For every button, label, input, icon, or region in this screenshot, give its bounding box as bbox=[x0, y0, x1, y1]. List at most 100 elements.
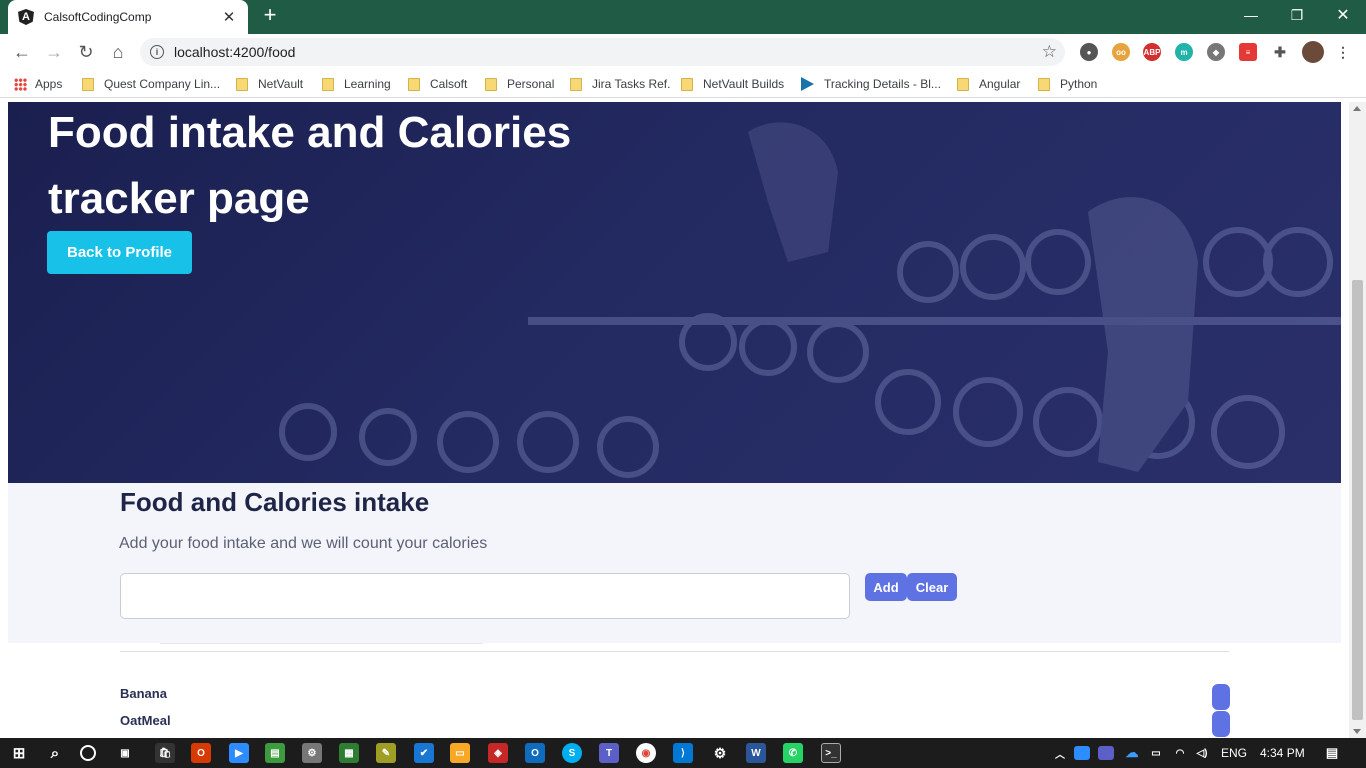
bookmark-apps[interactable]: Apps bbox=[14, 76, 62, 92]
extension-icon[interactable]: ● bbox=[1080, 43, 1098, 61]
task-view-icon[interactable]: ▣ bbox=[115, 743, 135, 763]
bookmark-star-icon[interactable]: ☆ bbox=[1042, 42, 1057, 62]
back-arrow-icon[interactable]: ← bbox=[10, 40, 34, 64]
app-icon[interactable]: ▦ bbox=[339, 743, 359, 763]
folder-icon bbox=[570, 77, 582, 91]
folder-icon bbox=[957, 77, 969, 91]
onedrive-icon[interactable]: ☁ bbox=[1122, 743, 1142, 763]
folder-icon bbox=[408, 77, 420, 91]
whatsapp-icon[interactable]: ✆ bbox=[783, 743, 803, 763]
page-scrollbar[interactable] bbox=[1349, 102, 1366, 738]
bookmark-item[interactable]: Calsoft bbox=[408, 76, 467, 92]
extension-icon[interactable]: oo bbox=[1112, 43, 1130, 61]
scroll-thumb[interactable] bbox=[1352, 280, 1363, 720]
forward-arrow-icon[interactable]: → bbox=[42, 40, 66, 64]
apps-grid-icon bbox=[14, 77, 27, 91]
divider bbox=[160, 643, 483, 644]
terminal-icon[interactable]: >_ bbox=[821, 743, 841, 763]
puzzle-icon[interactable]: ✚ bbox=[1271, 43, 1289, 61]
bookmark-item[interactable]: Python bbox=[1038, 76, 1097, 92]
folder-icon bbox=[322, 77, 334, 91]
restore-icon[interactable]: ❐ bbox=[1274, 0, 1320, 30]
url-text[interactable]: localhost:4200/food bbox=[174, 44, 295, 60]
address-bar[interactable]: i localhost:4200/food ☆ bbox=[140, 38, 1065, 66]
notification-icon[interactable]: ▤ bbox=[1322, 743, 1342, 763]
bookmark-item[interactable]: Quest Company Lin... bbox=[82, 76, 220, 92]
clear-button[interactable]: Clear bbox=[907, 573, 957, 601]
office-icon[interactable]: O bbox=[191, 743, 211, 763]
app-icon[interactable]: ▤ bbox=[265, 743, 285, 763]
home-icon[interactable]: ⌂ bbox=[106, 40, 130, 64]
tab-title: CalsoftCodingComp bbox=[44, 10, 152, 24]
list-item: OatMeal bbox=[120, 713, 171, 728]
wifi-icon[interactable]: ◠ bbox=[1170, 743, 1190, 763]
extension-icon[interactable]: m bbox=[1175, 43, 1193, 61]
notepad-icon[interactable]: ✎ bbox=[376, 743, 396, 763]
zoom-icon[interactable]: ▶ bbox=[229, 743, 249, 763]
add-button[interactable]: Add bbox=[865, 573, 907, 601]
back-to-profile-button[interactable]: Back to Profile bbox=[47, 231, 192, 274]
search-icon[interactable]: ⌕ bbox=[45, 743, 65, 763]
info-icon[interactable]: i bbox=[150, 45, 164, 59]
store-icon[interactable]: 🛍 bbox=[155, 743, 175, 763]
zoom-tray-icon[interactable] bbox=[1074, 746, 1090, 760]
app-icon[interactable]: ⚙ bbox=[302, 743, 322, 763]
todo-icon[interactable]: ✔ bbox=[414, 743, 434, 763]
settings-icon[interactable]: ⚙ bbox=[710, 743, 730, 763]
food-section: Food and Calories intake Add your food i… bbox=[8, 483, 1341, 643]
bookmark-item[interactable]: Angular bbox=[957, 76, 1020, 92]
folder-icon bbox=[1038, 77, 1050, 91]
menu-kebab-icon[interactable]: ⋮ bbox=[1334, 43, 1352, 61]
windows-taskbar: ⊞ ⌕ ▣ 🛍 O ▶ ▤ ⚙ ▦ ✎ ✔ ▭ ◈ O S T ◉ ⟩ ⚙ W … bbox=[0, 738, 1366, 768]
hero-banner: Food intake and Calories tracker page Ba… bbox=[8, 102, 1341, 483]
cortana-icon[interactable] bbox=[80, 745, 96, 761]
extension-icon[interactable]: ≡ bbox=[1239, 43, 1257, 61]
new-tab-button[interactable]: + bbox=[258, 4, 282, 28]
bookmark-item[interactable]: Jira Tasks Ref. bbox=[570, 76, 670, 92]
bookmark-item[interactable]: NetVault bbox=[236, 76, 303, 92]
angular-icon: A bbox=[18, 9, 34, 25]
vscode-icon[interactable]: ⟩ bbox=[673, 743, 693, 763]
bookmark-item[interactable]: Tracking Details - Bl... bbox=[801, 76, 941, 92]
folder-icon bbox=[82, 77, 94, 91]
skype-icon[interactable]: S bbox=[562, 743, 582, 763]
close-tab-icon[interactable]: ✕ bbox=[220, 8, 238, 26]
teams-tray-icon[interactable] bbox=[1098, 746, 1114, 760]
scroll-up-icon[interactable] bbox=[1353, 106, 1361, 111]
tray-chevron-icon[interactable]: ︿ bbox=[1050, 743, 1070, 763]
battery-icon[interactable]: ▭ bbox=[1146, 743, 1166, 763]
outlook-icon[interactable]: O bbox=[525, 743, 545, 763]
windows-start-icon[interactable]: ⊞ bbox=[9, 743, 29, 763]
folder-icon bbox=[485, 77, 497, 91]
file-explorer-icon[interactable]: ▭ bbox=[450, 743, 470, 763]
browser-titlebar: A CalsoftCodingComp ✕ + — ❐ ✕ bbox=[0, 0, 1366, 34]
clock[interactable]: 4:34 PM bbox=[1260, 746, 1305, 760]
teams-icon[interactable]: T bbox=[599, 743, 619, 763]
bookmarks-bar: Apps Quest Company Lin... NetVault Learn… bbox=[0, 70, 1366, 98]
bookmark-item[interactable]: Personal bbox=[485, 76, 554, 92]
item-action-button[interactable] bbox=[1212, 711, 1230, 737]
reload-icon[interactable]: ↻ bbox=[74, 40, 98, 64]
hero-title: Food intake and Calories tracker page bbox=[48, 108, 572, 223]
item-action-button[interactable] bbox=[1212, 684, 1230, 710]
bookmark-item[interactable]: Learning bbox=[322, 76, 391, 92]
bookmark-item[interactable]: NetVault Builds bbox=[681, 76, 784, 92]
section-subtitle: Add your food intake and we will count y… bbox=[119, 535, 488, 552]
chrome-icon[interactable]: ◉ bbox=[636, 743, 656, 763]
minimize-icon[interactable]: — bbox=[1228, 0, 1274, 30]
app-icon[interactable]: ◈ bbox=[488, 743, 508, 763]
divider bbox=[120, 651, 1229, 652]
avatar[interactable] bbox=[1302, 41, 1324, 63]
adblock-icon[interactable]: ABP bbox=[1143, 43, 1161, 61]
folder-icon bbox=[236, 77, 248, 91]
scroll-down-icon[interactable] bbox=[1353, 729, 1361, 734]
browser-tab[interactable]: A CalsoftCodingComp ✕ bbox=[8, 0, 248, 34]
list-item: Banana bbox=[120, 686, 167, 701]
volume-icon[interactable]: ◁) bbox=[1192, 743, 1212, 763]
word-icon[interactable]: W bbox=[746, 743, 766, 763]
page-viewport: Food intake and Calories tracker page Ba… bbox=[0, 102, 1366, 738]
extension-icon[interactable]: ◆ bbox=[1207, 43, 1225, 61]
food-input[interactable] bbox=[120, 573, 850, 619]
close-window-icon[interactable]: ✕ bbox=[1320, 0, 1366, 30]
language-indicator[interactable]: ENG bbox=[1221, 746, 1247, 760]
